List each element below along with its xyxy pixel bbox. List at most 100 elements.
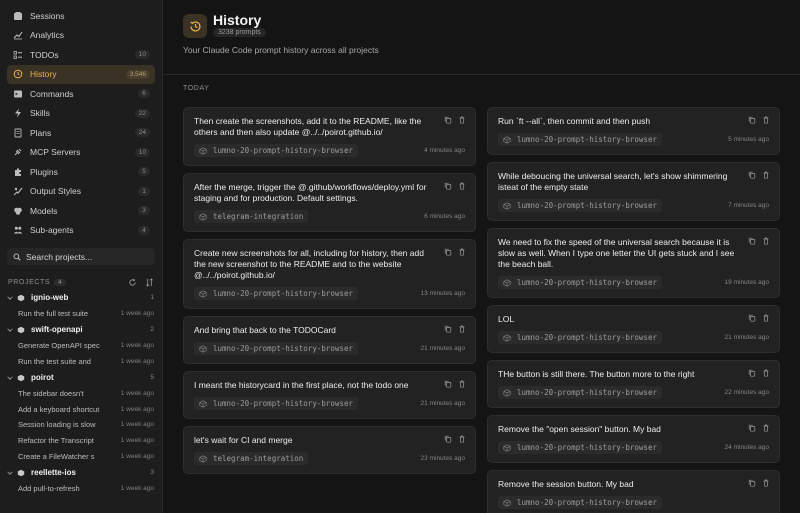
trash-icon[interactable] <box>458 325 466 333</box>
project-ignio-web[interactable]: ignio-web 1 <box>0 290 162 306</box>
sidebar-item-commands[interactable]: Commands 6 <box>7 84 155 104</box>
prompt-text: Run `ft --all`, then commit and then pus… <box>498 116 651 126</box>
trash-icon[interactable] <box>458 182 466 190</box>
project-tag-label: lumno-20-prompt-history-browser <box>517 201 657 210</box>
project-tag[interactable]: lumno-20-prompt-history-browser <box>194 144 358 157</box>
project-tag[interactable]: lumno-20-prompt-history-browser <box>194 287 358 300</box>
project-tag[interactable]: lumno-20-prompt-history-browser <box>498 331 662 344</box>
project-reellette-ios[interactable]: reellette-ios 3 <box>0 465 162 481</box>
sidebar-item-plans[interactable]: Plans 24 <box>7 123 155 143</box>
sidebar-item-sessions[interactable]: Sessions <box>7 6 155 26</box>
session-item[interactable]: Create a FileWatcher s 1 week ago <box>0 448 162 464</box>
search-projects-input[interactable]: Search projects... <box>7 248 155 265</box>
session-item[interactable]: Run the test suite and 1 week ago <box>0 353 162 369</box>
trash-icon[interactable] <box>458 435 466 443</box>
trash-icon[interactable] <box>458 380 466 388</box>
copy-icon[interactable] <box>444 435 452 443</box>
copy-icon[interactable] <box>748 314 756 322</box>
trash-icon[interactable] <box>762 369 770 377</box>
sidebar-item-output-styles[interactable]: Output Styles 1 <box>7 182 155 202</box>
count-badge: 5 <box>138 167 150 177</box>
project-poirot[interactable]: poirot 5 <box>0 370 162 386</box>
chevron-down-icon[interactable] <box>6 294 14 302</box>
cube-icon <box>503 278 511 287</box>
sidebar-item-skills[interactable]: Skills 22 <box>7 104 155 124</box>
copy-icon[interactable] <box>748 237 756 245</box>
chevron-down-icon[interactable] <box>6 374 14 382</box>
copy-icon[interactable] <box>748 479 756 487</box>
history-card[interactable]: Create new screenshots for all, includin… <box>183 239 476 309</box>
trash-icon[interactable] <box>762 424 770 432</box>
chevron-down-icon[interactable] <box>6 326 14 334</box>
trash-icon[interactable] <box>458 116 466 124</box>
project-tag[interactable]: lumno-20-prompt-history-browser <box>498 386 662 399</box>
session-item[interactable]: Add a keyboard shortcut 1 week ago <box>0 401 162 417</box>
project-tag[interactable]: lumno-20-prompt-history-browser <box>498 496 662 509</box>
sidebar-item-history[interactable]: History 3,546 <box>7 64 155 84</box>
trash-icon[interactable] <box>762 314 770 322</box>
project-tag[interactable]: lumno-20-prompt-history-browser <box>498 441 662 454</box>
sidebar-item-todos[interactable]: TODOs 10 <box>7 45 155 65</box>
history-card[interactable]: And bring that back to the TODOCard lumno… <box>183 316 476 364</box>
history-card[interactable]: Run `ft --all`, then commit and then pus… <box>487 107 780 155</box>
copy-icon[interactable] <box>748 424 756 432</box>
history-card[interactable]: LOL lumno-20-prompt-history-browser 21 min… <box>487 305 780 353</box>
project-tag[interactable]: lumno-20-prompt-history-browser <box>498 276 662 289</box>
history-card[interactable]: let's wait for CI and merge telegram-inte… <box>183 426 476 474</box>
copy-icon[interactable] <box>748 369 756 377</box>
count-badge: 24 <box>134 128 150 138</box>
trash-icon[interactable] <box>458 248 466 256</box>
history-card[interactable]: We need to fix the speed of the universa… <box>487 228 780 298</box>
copy-icon[interactable] <box>444 325 452 333</box>
session-item[interactable]: Add pull-to-refresh 1 week ago <box>0 481 162 497</box>
project-swift-openapi[interactable]: swift-openapi 2 <box>0 322 162 338</box>
session-item[interactable]: Refactor the Transcript 1 week ago <box>0 433 162 449</box>
project-tag[interactable]: lumno-20-prompt-history-browser <box>498 199 662 212</box>
copy-icon[interactable] <box>748 171 756 179</box>
sidebar-item-sub-agents[interactable]: Sub-agents 4 <box>7 221 155 241</box>
sidebar-item-plugins[interactable]: Plugins 5 <box>7 162 155 182</box>
trash-icon[interactable] <box>762 479 770 487</box>
project-tag-label: lumno-20-prompt-history-browser <box>213 289 353 298</box>
session-item[interactable]: Generate OpenAPI spec 1 week ago <box>0 338 162 354</box>
card-actions <box>748 369 770 377</box>
history-card[interactable]: Then create the screenshots, add it to t… <box>183 107 476 166</box>
trash-icon[interactable] <box>762 171 770 179</box>
sidebar-item-analytics[interactable]: Analytics <box>7 26 155 46</box>
sort-icon[interactable] <box>145 277 154 287</box>
copy-icon[interactable] <box>444 116 452 124</box>
copy-icon[interactable] <box>444 248 452 256</box>
session-item[interactable]: Session loading is slow 1 week ago <box>0 417 162 433</box>
count-badge: 10 <box>134 147 150 157</box>
copy-icon[interactable] <box>444 380 452 388</box>
session-item[interactable]: The sidebar doesn't 1 week ago <box>0 386 162 402</box>
project-tag[interactable]: lumno-20-prompt-history-browser <box>498 133 662 146</box>
history-card[interactable]: After the merge, trigger the @.github/wo… <box>183 173 476 232</box>
sidebar-item-label: Sub-agents <box>30 225 74 236</box>
session-item[interactable]: Run the full test suite 1 week ago <box>0 306 162 322</box>
history-card[interactable]: I meant the historycard in the first pla… <box>183 371 476 419</box>
copy-icon[interactable] <box>748 116 756 124</box>
project-tag-label: lumno-20-prompt-history-browser <box>517 278 657 287</box>
project-tag[interactable]: telegram-integration <box>194 452 309 465</box>
project-tag[interactable]: lumno-20-prompt-history-browser <box>194 342 358 355</box>
refresh-icon[interactable] <box>128 278 137 287</box>
cube-icon <box>503 135 511 144</box>
sidebar-item-models[interactable]: Models 3 <box>7 201 155 221</box>
sidebar-item-mcp-servers[interactable]: MCP Servers 10 <box>7 143 155 163</box>
project-tag[interactable]: lumno-20-prompt-history-browser <box>194 397 358 410</box>
project-tag[interactable]: telegram-integration <box>194 210 309 223</box>
history-card[interactable]: Remove the "open session" button. My bad… <box>487 415 780 463</box>
prompt-text: I meant the historycard in the first pla… <box>194 380 409 390</box>
chevron-down-icon[interactable] <box>6 469 14 477</box>
cube-icon <box>503 443 511 452</box>
session-title: Run the test suite and <box>18 356 91 366</box>
sidebar-item-label: Models <box>30 205 58 216</box>
history-card[interactable]: THe button is still there. The button mo… <box>487 360 780 408</box>
trash-icon[interactable] <box>762 116 770 124</box>
trash-icon[interactable] <box>762 237 770 245</box>
history-card[interactable]: While deboucing the universal search, le… <box>487 162 780 221</box>
history-card[interactable]: Remove the session button. My bad lumno-2… <box>487 470 780 513</box>
prompt-text: THe button is still there. The button mo… <box>498 369 695 379</box>
copy-icon[interactable] <box>444 182 452 190</box>
